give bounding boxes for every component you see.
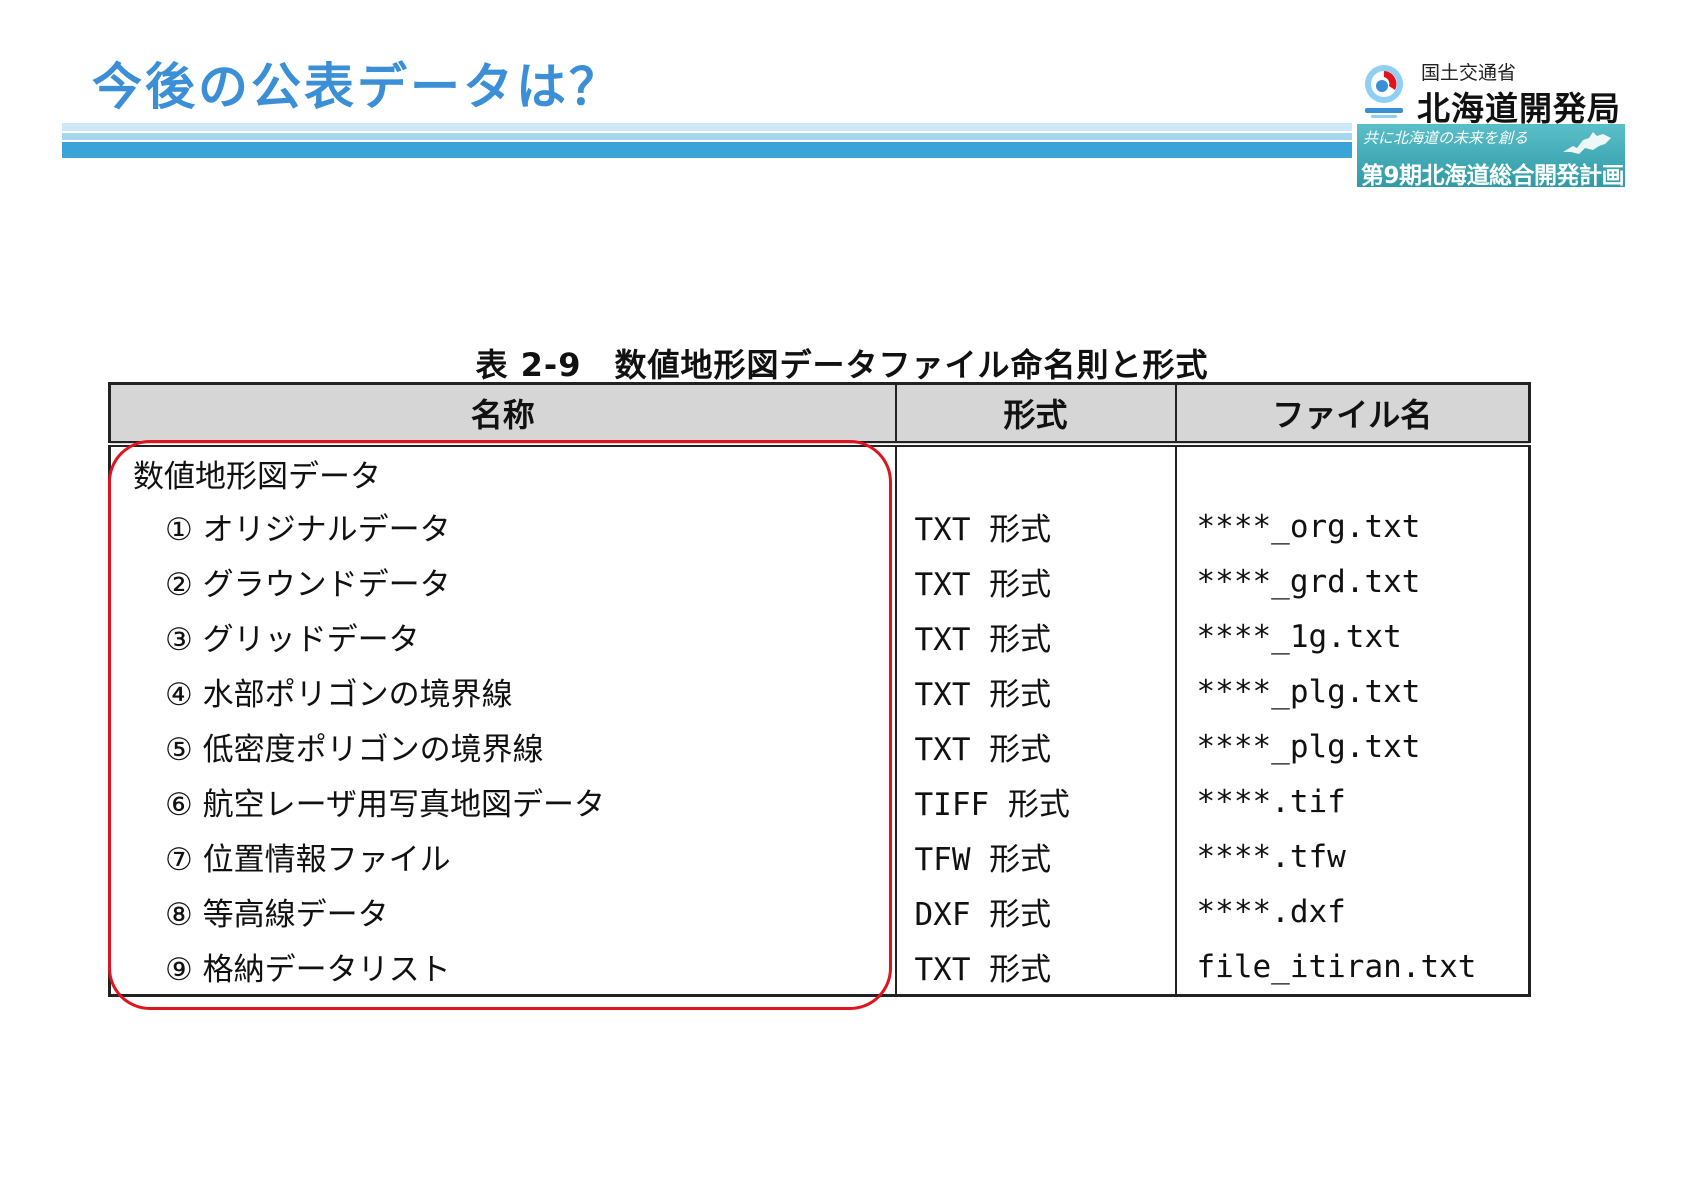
row-filename: ****_org.txt bbox=[1174, 499, 1530, 554]
row-format: TXT 形式 bbox=[894, 939, 1176, 996]
table-header-row: 名称 形式 ファイル名 bbox=[109, 383, 1530, 447]
row-filename: ****.dxf bbox=[1174, 884, 1530, 939]
bureau-name: 北海道開発局 bbox=[1417, 89, 1621, 128]
row-format: TXT 形式 bbox=[894, 719, 1176, 774]
hokkaido-map-icon bbox=[1563, 132, 1611, 154]
plan-badge: 共に北海道の未来を創る 第9期北海道総合開発計画 bbox=[1357, 124, 1625, 187]
ministry-label: 国土交通省 bbox=[1421, 62, 1517, 84]
title-underline-band bbox=[62, 123, 1352, 158]
row-format: TXT 形式 bbox=[894, 554, 1176, 609]
row-filename: ****_1g.txt bbox=[1174, 609, 1530, 664]
row-filename: file_itiran.txt bbox=[1174, 939, 1530, 996]
table-caption: 表 2-9 数値地形図データファイル命名則と形式 bbox=[475, 346, 1209, 384]
row-format: TIFF 形式 bbox=[894, 774, 1176, 829]
row-format: TXT 形式 bbox=[894, 609, 1176, 664]
highlight-outline bbox=[108, 440, 892, 1010]
header-filename: ファイル名 bbox=[1174, 383, 1530, 447]
plan-title: 第9期北海道総合開発計画 bbox=[1361, 163, 1625, 187]
row-filename: ****_plg.txt bbox=[1174, 719, 1530, 774]
row-filename: ****.tfw bbox=[1174, 829, 1530, 884]
row-filename: ****_grd.txt bbox=[1174, 554, 1530, 609]
plan-slogan: 共に北海道の未来を創る bbox=[1363, 129, 1529, 147]
row-filename: ****.tif bbox=[1174, 774, 1530, 829]
row-format: TXT 形式 bbox=[894, 664, 1176, 719]
row-format: TFW 形式 bbox=[894, 829, 1176, 884]
header-name: 名称 bbox=[109, 383, 896, 447]
row-filename: ****_plg.txt bbox=[1174, 664, 1530, 719]
row-format: DXF 形式 bbox=[894, 884, 1176, 939]
mlit-logo-icon bbox=[1365, 65, 1403, 118]
bureau-logo: 国土交通省 北海道開発局 共に北海道の未来を創る 第9期北海道総合開発計画 bbox=[1357, 58, 1627, 188]
slide-title: 今後の公表データは？ bbox=[92, 58, 622, 116]
header-format: 形式 bbox=[894, 383, 1176, 447]
row-format: TXT 形式 bbox=[894, 499, 1176, 554]
